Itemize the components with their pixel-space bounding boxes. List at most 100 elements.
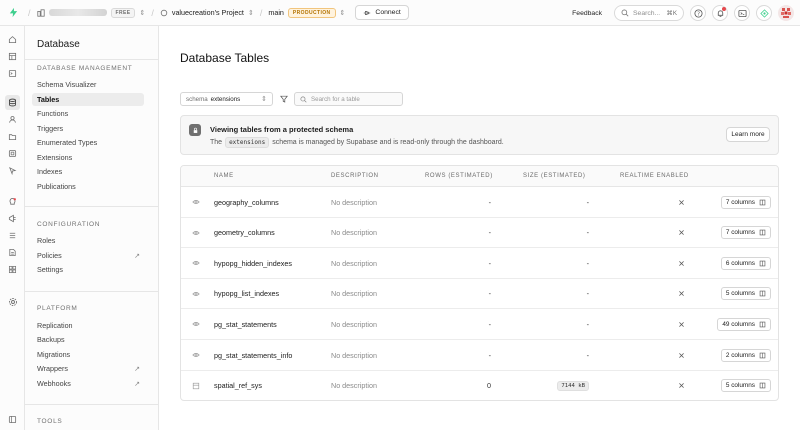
branch-name: main — [268, 8, 284, 17]
table-row[interactable]: spatial_ref_sys No description 0 7144 kB 5 c… — [181, 371, 778, 400]
table-row[interactable]: geography_columns No description - - 7 colum… — [181, 187, 778, 218]
view-columns-button[interactable]: 5 columns — [720, 287, 771, 301]
menu-item-roles[interactable]: Roles — [32, 234, 144, 247]
terminal-icon — [737, 9, 747, 17]
org-switcher[interactable]: FREE ⇕ — [33, 0, 150, 26]
top-right-actions: Feedback Search... ⌘K ? — [566, 0, 800, 26]
view-columns-button[interactable]: 49 columns — [717, 317, 771, 331]
menu-item-label: Wrappers — [37, 364, 69, 373]
view-columns-button[interactable]: 2 columns — [720, 348, 771, 362]
menu-item-policies[interactable]: Policies ↗ — [32, 249, 144, 262]
assistant-button[interactable] — [756, 5, 772, 21]
table-row[interactable]: hypopg_list_indexes No description - - 5 col… — [181, 279, 778, 310]
environment-badge: PRODUCTION — [287, 7, 336, 18]
user-avatar[interactable] — [778, 5, 794, 21]
menu-item-extensions[interactable]: Extensions — [32, 151, 144, 164]
collapse-sidebar-icon[interactable] — [5, 412, 20, 427]
storage-icon[interactable] — [5, 129, 20, 144]
table-name[interactable]: hypopg_list_indexes — [214, 279, 279, 309]
table-search-input[interactable]: Search for a table — [294, 92, 403, 106]
view-columns-button[interactable]: 6 columns — [720, 256, 771, 270]
menu-item-tables[interactable]: Tables — [32, 93, 144, 106]
table-editor-icon[interactable] — [5, 49, 20, 64]
help-icon: ? — [693, 8, 703, 18]
view-columns-button[interactable]: 7 columns — [720, 195, 771, 209]
schema-select[interactable]: schema extensions ⇕ — [180, 92, 273, 106]
menu-item-indexes[interactable]: Indexes — [32, 165, 144, 178]
external-link-icon: ↗ — [134, 252, 140, 260]
realtime-disabled-x-icon — [676, 248, 686, 278]
schema-select-label: schema — [186, 95, 208, 103]
global-search-button[interactable]: Search... ⌘K — [614, 5, 684, 21]
external-link-icon: ↗ — [134, 365, 140, 373]
database-tables-table: NAME DESCRIPTION ROWS (ESTIMATED) SIZE (… — [180, 165, 779, 401]
table-name[interactable]: spatial_ref_sys — [214, 371, 262, 400]
table-description: No description — [331, 350, 377, 360]
table-name[interactable]: pg_stat_statements — [214, 309, 277, 339]
menu-item-schema-visualizer[interactable]: Schema Visualizer — [32, 78, 144, 91]
realtime-disabled-x-icon — [676, 187, 686, 217]
help-button[interactable]: ? — [690, 5, 706, 21]
search-icon — [300, 95, 307, 103]
filter-icon[interactable] — [278, 93, 290, 105]
menu-item-enumerated-types[interactable]: Enumerated Types — [32, 136, 144, 149]
project-switcher[interactable]: valuecreation's Project ⇕ — [156, 0, 258, 26]
notice-body-post: schema is managed by Supabase and is rea… — [272, 139, 504, 146]
columns-cell: 7 columns — [720, 187, 771, 217]
menu-item-replication[interactable]: Replication — [32, 319, 144, 332]
notice-title: Viewing tables from a protected schema — [210, 125, 354, 134]
section-label-configuration: CONFIGURATION — [37, 221, 101, 228]
table-name[interactable]: geography_columns — [214, 187, 279, 217]
view-eye-icon — [190, 218, 202, 248]
authentication-icon[interactable] — [5, 112, 20, 127]
home-icon[interactable] — [5, 32, 20, 47]
size-value: - — [586, 350, 589, 360]
table-name[interactable]: pg_stat_statements_info — [214, 340, 292, 370]
table-row[interactable]: hypopg_hidden_indexes No description - - 6 c… — [181, 248, 778, 279]
menu-item-webhooks[interactable]: Webhooks ↗ — [32, 377, 144, 390]
view-columns-button[interactable]: 5 columns — [720, 379, 771, 393]
columns-cell: 6 columns — [720, 248, 771, 278]
menu-item-publications[interactable]: Publications — [32, 180, 144, 193]
logs-icon[interactable] — [5, 228, 20, 243]
table-search-placeholder: Search for a table — [311, 95, 360, 103]
notifications-button[interactable] — [712, 5, 728, 21]
sql-editor-icon[interactable] — [5, 66, 20, 81]
rows-value: - — [488, 228, 491, 238]
table-name[interactable]: geometry_columns — [214, 218, 275, 248]
branch-switcher[interactable]: main PRODUCTION ⇕ — [264, 0, 349, 26]
table-row[interactable]: pg_stat_statements_info No description - - 2… — [181, 340, 778, 371]
menu-item-functions[interactable]: Functions — [32, 107, 144, 120]
menu-item-triggers[interactable]: Triggers — [32, 122, 144, 135]
rows-value: - — [488, 258, 491, 268]
view-eye-icon — [190, 248, 202, 278]
advisors-icon[interactable] — [5, 194, 20, 209]
menu-item-wrappers[interactable]: Wrappers ↗ — [32, 362, 144, 375]
reports-icon[interactable] — [5, 211, 20, 226]
menu-item-backups[interactable]: Backups — [32, 333, 144, 346]
menu-item-migrations[interactable]: Migrations — [32, 348, 144, 361]
size-cell: - — [541, 248, 589, 278]
realtime-icon[interactable] — [5, 163, 20, 178]
integrations-icon[interactable] — [5, 262, 20, 277]
header-description: DESCRIPTION — [331, 173, 379, 179]
table-row[interactable]: geometry_columns No description - - 7 column… — [181, 218, 778, 249]
api-docs-icon[interactable] — [5, 245, 20, 260]
supabase-logo-icon[interactable] — [0, 0, 26, 26]
settings-gear-icon[interactable] — [5, 294, 20, 309]
view-columns-button[interactable]: 7 columns — [720, 226, 771, 240]
columns-cell: 7 columns — [720, 218, 771, 248]
top-bar: / FREE ⇕ / valuecreation's Project ⇕ / m… — [0, 0, 800, 26]
edge-functions-icon[interactable] — [5, 146, 20, 161]
menu-item-settings[interactable]: Settings — [32, 263, 144, 276]
search-icon — [621, 9, 629, 17]
table-name[interactable]: hypopg_hidden_indexes — [214, 248, 292, 278]
size-cell: - — [541, 218, 589, 248]
table-row[interactable]: pg_stat_statements No description - - 49 col… — [181, 309, 778, 340]
connect-button[interactable]: Connect — [355, 5, 409, 20]
database-icon[interactable] — [5, 95, 20, 110]
chevron-up-down-icon: ⇕ — [339, 9, 346, 17]
feedback-button[interactable]: Feedback — [566, 10, 608, 17]
terminal-button[interactable] — [734, 5, 750, 21]
learn-more-button[interactable]: Learn more — [726, 127, 770, 142]
